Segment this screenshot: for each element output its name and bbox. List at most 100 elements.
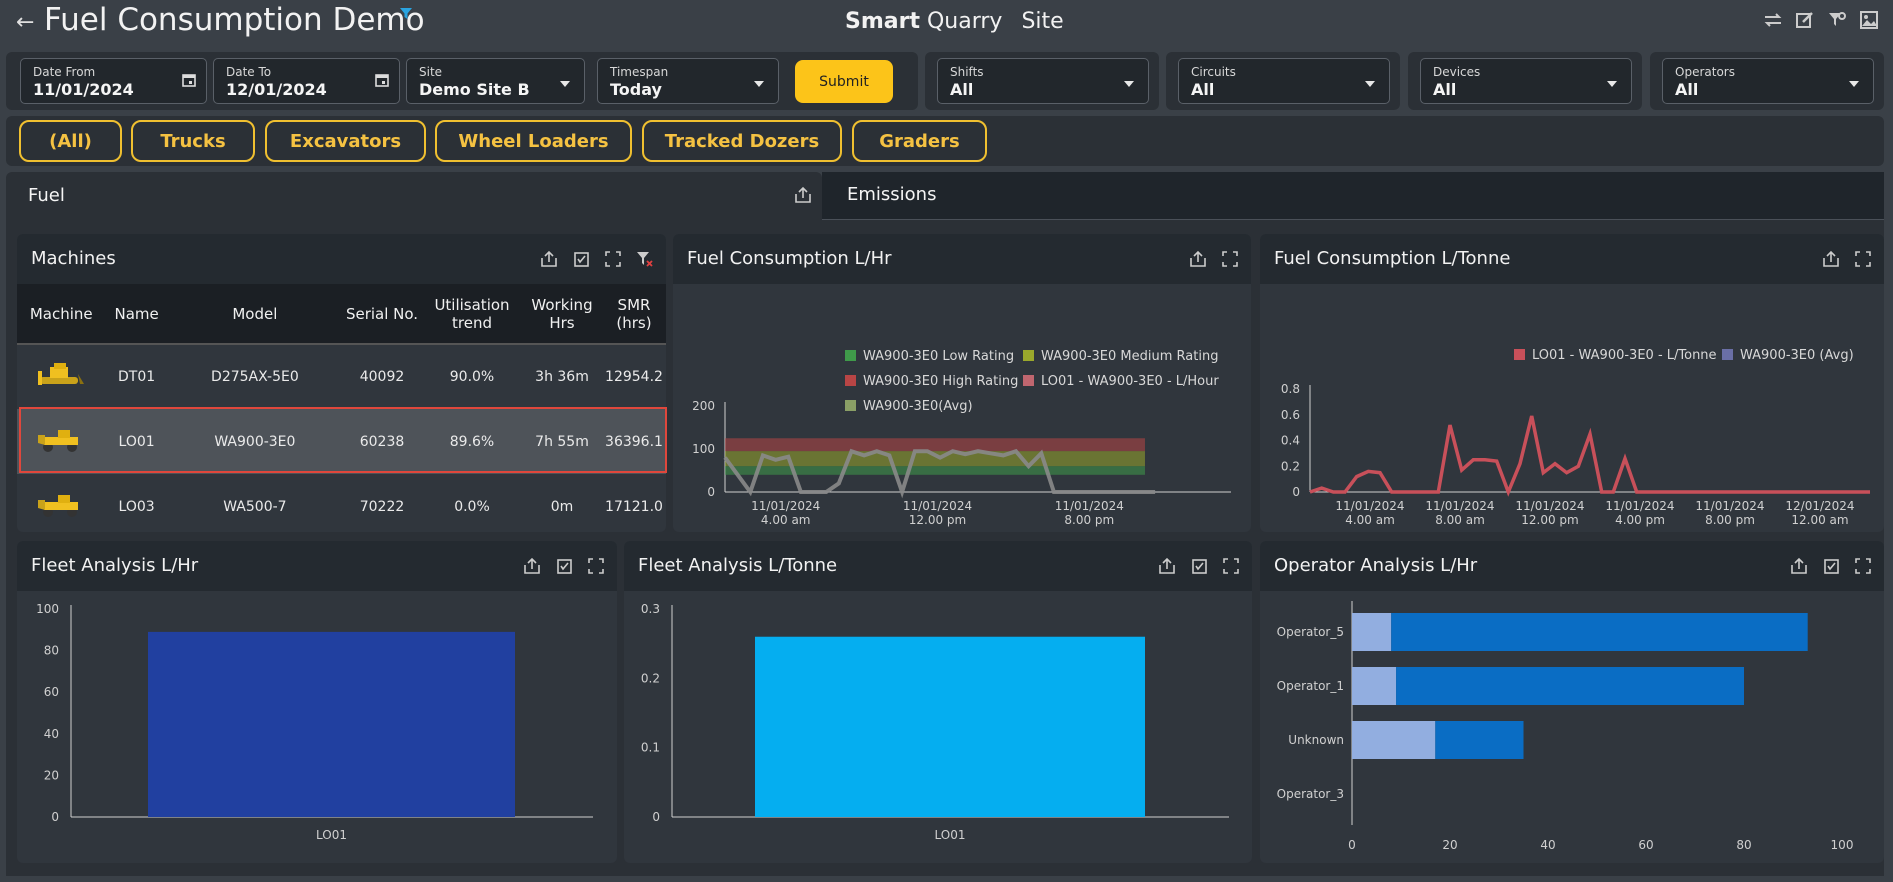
share-icon[interactable] xyxy=(1158,557,1176,575)
table-row[interactable]: LO03 WA500-7 70222 0.0% 0m 17121.0 xyxy=(17,474,666,532)
cell-model: D275AX-5E0 xyxy=(211,369,299,385)
brand-logo: Smart Quarry Site xyxy=(845,9,1064,34)
category-all-button[interactable]: (All) xyxy=(19,120,122,162)
tab-emissions[interactable]: Emissions xyxy=(822,172,1884,220)
back-arrow-icon[interactable]: ← xyxy=(16,10,34,35)
y-tick-label: 0.2 xyxy=(641,671,660,685)
category-trucks-button[interactable]: Trucks xyxy=(131,120,255,162)
category-excavators-button[interactable]: Excavators xyxy=(265,120,426,162)
expand-icon[interactable] xyxy=(604,250,622,268)
bar-segment xyxy=(1352,721,1436,759)
series-line-ltonne xyxy=(1309,415,1870,497)
brand-word-3: Site xyxy=(1021,9,1064,34)
y-tick-label: 0 xyxy=(707,485,715,499)
checkbox-icon[interactable] xyxy=(555,557,573,575)
cell-model: WA900-3E0 xyxy=(167,409,342,474)
filter-indicator-icon[interactable] xyxy=(400,8,412,20)
rating-band-high xyxy=(725,438,1145,452)
shifts-select[interactable]: Shifts All xyxy=(937,58,1149,104)
cell-model: WA500-7 xyxy=(223,498,287,515)
x-tick-label: 11/01/2024 xyxy=(1335,499,1404,513)
y-tick-label: 80 xyxy=(44,644,59,658)
share-icon[interactable] xyxy=(794,186,812,204)
cell-hrs: 7h 55m xyxy=(522,409,602,474)
checkbox-icon[interactable] xyxy=(1190,557,1208,575)
category-graders-button[interactable]: Graders xyxy=(852,120,987,162)
site-select[interactable]: Site Demo Site B xyxy=(406,58,585,104)
cell-smr: 12954.2 xyxy=(605,369,663,385)
category-tracked-dozers-button[interactable]: Tracked Dozers xyxy=(642,120,842,162)
y-tick-label: 0 xyxy=(652,810,660,824)
x-tick-label: 12.00 pm xyxy=(1521,513,1578,527)
y-tick-label: 100 xyxy=(36,602,59,616)
cell-name: LO01 xyxy=(105,409,168,474)
date-from-field[interactable]: Date From 11/01/2024 xyxy=(20,58,207,104)
x-tick-label: 11/01/2024 xyxy=(1605,499,1674,513)
col-utilisation[interactable]: Utilisation trend xyxy=(422,284,522,345)
tab-fuel-label: Fuel xyxy=(28,185,65,206)
operators-select[interactable]: Operators All xyxy=(1662,58,1874,104)
share-icon[interactable] xyxy=(1822,250,1840,268)
share-icon[interactable] xyxy=(1790,557,1808,575)
checkbox-icon[interactable] xyxy=(572,250,590,268)
fleet-ltonne-card: Fleet Analysis L/Tonne 0 0.1 0.2 0.3 LO01 xyxy=(624,541,1252,863)
x-tick-label: 11/01/2024 xyxy=(903,499,972,513)
table-row[interactable]: DT01 D275AX-5E0 40092 90.0% 3h 36m 12954… xyxy=(17,344,666,409)
col-serial[interactable]: Serial No. xyxy=(342,284,422,345)
calendar-icon[interactable] xyxy=(375,73,389,87)
x-tick-label: 11/01/2024 xyxy=(1055,499,1124,513)
devices-select[interactable]: Devices All xyxy=(1420,58,1632,104)
x-tick-label: 0 xyxy=(1348,838,1356,852)
filter-tools-icon[interactable] xyxy=(1825,8,1849,32)
col-name[interactable]: Name xyxy=(105,284,168,345)
expand-icon[interactable] xyxy=(1222,557,1240,575)
category-wheel-loaders-button[interactable]: Wheel Loaders xyxy=(435,120,632,162)
expand-icon[interactable] xyxy=(1854,557,1872,575)
bar xyxy=(755,636,1145,817)
cell-util: 0.0% xyxy=(454,498,490,515)
devices-label: Devices xyxy=(1433,65,1481,79)
checkbox-icon[interactable] xyxy=(1822,557,1840,575)
brand-word-1: Smart xyxy=(845,9,920,34)
share-icon[interactable] xyxy=(523,557,541,575)
calendar-icon[interactable] xyxy=(182,73,196,87)
shifts-value: All xyxy=(950,80,974,99)
date-to-field[interactable]: Date To 12/01/2024 xyxy=(213,58,400,104)
expand-icon[interactable] xyxy=(1854,250,1872,268)
y-tick-label: 0.3 xyxy=(641,602,660,616)
col-working-hrs[interactable]: Working Hrs xyxy=(522,284,602,345)
cell-serial: 70222 xyxy=(359,498,405,515)
col-machine[interactable]: Machine xyxy=(17,284,106,345)
bar-segment xyxy=(1352,613,1392,651)
col-model[interactable]: Model xyxy=(167,284,342,345)
share-icon[interactable] xyxy=(540,250,558,268)
fleet-lhr-title: Fleet Analysis L/Hr xyxy=(31,555,199,576)
submit-button[interactable]: Submit xyxy=(795,60,893,103)
refresh-icon[interactable] xyxy=(1761,8,1785,32)
clear-filter-icon[interactable] xyxy=(636,250,654,268)
image-icon[interactable] xyxy=(1857,8,1881,32)
timespan-label: Timespan xyxy=(610,65,669,79)
site-label: Site xyxy=(419,65,443,79)
shifts-label: Shifts xyxy=(950,65,984,79)
col-smr[interactable]: SMR (hrs) xyxy=(602,284,666,345)
x-tick-label: 4.00 pm xyxy=(1615,513,1665,527)
table-row[interactable]: LO01 WA900-3E0 60238 89.6% 7h 55m 36396.… xyxy=(17,409,666,474)
y-tick-label: 200 xyxy=(692,399,715,413)
timespan-select[interactable]: Timespan Today xyxy=(597,58,779,104)
fleet-ltonne-chart: 0 0.1 0.2 0.3 LO01 xyxy=(641,602,1229,842)
edit-icon[interactable] xyxy=(1793,8,1817,32)
header: ← Fuel Consumption Demo Smart Quarry Sit… xyxy=(0,0,1893,46)
share-icon[interactable] xyxy=(1189,250,1207,268)
expand-icon[interactable] xyxy=(587,557,605,575)
circuits-label: Circuits xyxy=(1191,65,1236,79)
cell-hrs: 0m xyxy=(550,498,574,515)
operators-value: All xyxy=(1675,80,1699,99)
cell-name: LO03 xyxy=(118,498,155,515)
circuits-select[interactable]: Circuits All xyxy=(1178,58,1390,104)
brand-word-2: Quarry xyxy=(926,9,1003,34)
x-tick-label: LO01 xyxy=(316,828,347,842)
tab-fuel[interactable]: Fuel xyxy=(6,172,822,220)
expand-icon[interactable] xyxy=(1221,250,1239,268)
wheel-loader-icon xyxy=(17,474,105,532)
